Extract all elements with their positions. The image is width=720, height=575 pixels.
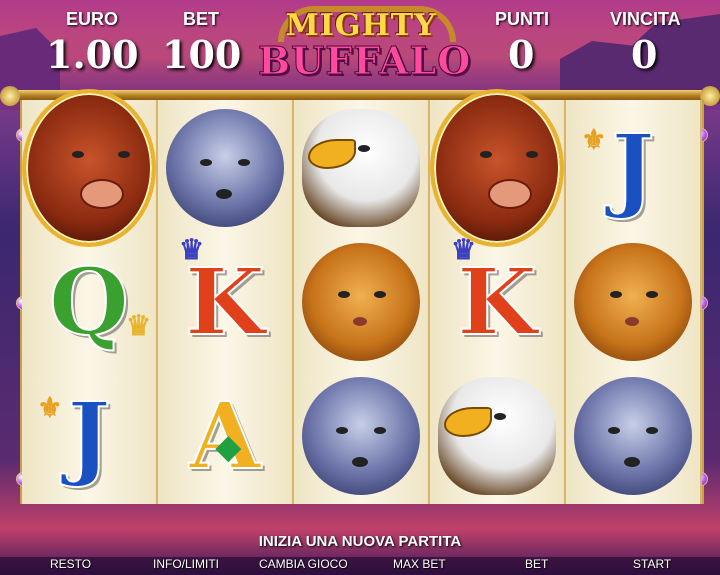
start-button[interactable]: START	[633, 557, 671, 571]
rod-cap-left-icon	[0, 86, 20, 106]
game-logo: MIGHTY BUFFALO	[258, 2, 472, 88]
reels-area: Q ♛ J ⚜ K ♛ A ◆ K ♛ J ⚜	[16, 89, 708, 504]
eye	[118, 151, 130, 158]
puma-nose	[353, 317, 367, 326]
euro-value: 1.00	[46, 32, 139, 77]
wolf-symbol	[574, 377, 692, 495]
reel: Q ♛ J ⚜	[22, 89, 158, 504]
buffalo-snout	[488, 179, 532, 209]
reel-cell	[294, 369, 428, 503]
eye	[610, 291, 622, 298]
reel-cell	[430, 89, 564, 247]
eagle-symbol	[302, 109, 420, 227]
card-a-symbol: A ◆	[188, 382, 261, 490]
reel-cell	[158, 101, 292, 235]
punti-value: 0	[508, 32, 535, 77]
info-limiti-button[interactable]: INFO/LIMITI	[153, 557, 219, 571]
buffalo-symbol	[22, 89, 156, 247]
eye	[72, 151, 84, 158]
wolf-nose	[216, 189, 232, 199]
reel-cell	[430, 369, 564, 503]
eye	[608, 427, 620, 434]
eye	[646, 427, 658, 434]
eye	[338, 291, 350, 298]
eye	[526, 151, 538, 158]
emerald-gem-icon: ◆	[215, 427, 242, 467]
card-k-symbol: K ♛	[451, 233, 538, 356]
card-j-symbol: J ⚜	[581, 114, 656, 222]
bet-label: BET	[183, 9, 219, 29]
eye	[336, 427, 348, 434]
eye	[374, 291, 386, 298]
reel-cell	[566, 369, 700, 503]
eye	[494, 413, 506, 420]
logo-line2: BUFFALO	[258, 38, 472, 84]
wolf-nose	[352, 457, 368, 467]
cambia-gioco-button[interactable]: CAMBIA GIOCO	[259, 557, 348, 571]
eye	[358, 145, 370, 152]
eagle-beak	[308, 139, 356, 169]
punti-label: PUNTI	[495, 9, 549, 29]
crown-icon: ♛	[125, 309, 152, 342]
fleur-de-lis-icon: ⚜	[37, 391, 63, 424]
card-q-symbol: Q ♛	[48, 248, 152, 356]
buffalo-snout	[80, 179, 124, 209]
reel: K ♛ A ◆	[158, 100, 294, 504]
eagle-symbol	[438, 377, 556, 495]
card-j-symbol: J ⚜	[37, 382, 112, 490]
puma-symbol	[302, 243, 420, 361]
fleur-de-lis-icon: ⚜	[581, 123, 607, 156]
reel-cell: K ♛	[430, 235, 564, 369]
wolf-nose	[624, 457, 640, 467]
crown-icon: ♛	[179, 233, 205, 266]
eye	[200, 159, 212, 166]
reel-cell	[294, 235, 428, 369]
reel: J ⚜	[566, 100, 702, 504]
eagle-beak	[444, 407, 492, 437]
button-bar	[0, 557, 720, 575]
reel-cell: J ⚜	[566, 101, 700, 235]
vincita-value: 0	[631, 32, 658, 77]
reel	[294, 100, 430, 504]
crown-icon: ♛	[451, 233, 477, 266]
reel-cell	[294, 101, 428, 235]
eye	[646, 291, 658, 298]
max-bet-button[interactable]: MAX BET	[393, 557, 446, 571]
reel-cell: A ◆	[158, 369, 292, 503]
card-k-symbol: K ♛	[179, 233, 266, 356]
puma-symbol	[574, 243, 692, 361]
bet-button[interactable]: BET	[525, 557, 548, 571]
reel-cell: Q ♛	[22, 235, 156, 369]
resto-button[interactable]: RESTO	[50, 557, 91, 571]
reel-cell	[566, 235, 700, 369]
reel: K ♛	[430, 89, 566, 504]
vincita-label: VINCITA	[610, 9, 681, 29]
bet-value: 100	[162, 32, 242, 77]
eye	[480, 151, 492, 158]
puma-nose	[625, 317, 639, 326]
wolf-symbol	[302, 377, 420, 495]
reel-cell: J ⚜	[22, 369, 156, 503]
buffalo-symbol	[430, 89, 564, 247]
reel-cell	[22, 89, 156, 247]
eye	[238, 159, 250, 166]
eye	[374, 427, 386, 434]
reel-cell: K ♛	[158, 235, 292, 369]
status-message: INIZIA UNA NUOVA PARTITA	[258, 533, 462, 550]
euro-label: EURO	[66, 9, 119, 29]
wolf-symbol	[166, 109, 284, 227]
